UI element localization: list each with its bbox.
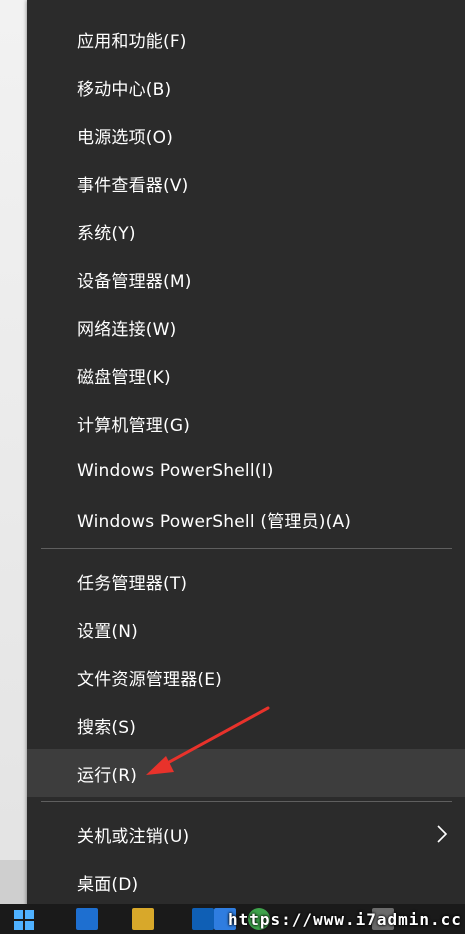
menu-item-label: Windows PowerShell (管理员)(A) (77, 511, 352, 532)
store-icon[interactable] (132, 908, 154, 930)
menu-item-file-explorer[interactable]: 文件资源管理器(E) (27, 653, 465, 701)
menu-item-powershell-admin[interactable]: Windows PowerShell (管理员)(A) (27, 495, 465, 543)
menu-item-run[interactable]: 运行(R) (27, 749, 465, 797)
menu-item-mobility-center[interactable]: 移动中心(B) (27, 63, 465, 111)
menu-item-label: 搜索(S) (77, 717, 137, 738)
menu-item-label: Windows PowerShell(I) (77, 461, 274, 481)
start-icon[interactable] (14, 910, 34, 930)
menu-item-label: 关机或注销(U) (77, 826, 190, 847)
menu-item-desktop[interactable]: 桌面(D) (27, 858, 465, 906)
desktop-background-bottom (0, 860, 27, 904)
menu-item-label: 系统(Y) (77, 223, 136, 244)
menu-item-search[interactable]: 搜索(S) (27, 701, 465, 749)
menu-item-system[interactable]: 系统(Y) (27, 207, 465, 255)
menu-item-settings[interactable]: 设置(N) (27, 605, 465, 653)
menu-item-label: 移动中心(B) (77, 79, 172, 100)
menu-item-event-viewer[interactable]: 事件查看器(V) (27, 159, 465, 207)
menu-item-disk-management[interactable]: 磁盘管理(K) (27, 351, 465, 399)
menu-item-label: 任务管理器(T) (77, 573, 188, 594)
menu-item-powershell[interactable]: Windows PowerShell(I) (27, 447, 465, 495)
menu-item-apps-features[interactable]: 应用和功能(F) (27, 15, 465, 63)
menu-item-computer-management[interactable]: 计算机管理(G) (27, 399, 465, 447)
menu-separator (41, 548, 452, 549)
menu-separator (41, 801, 452, 802)
menu-item-label: 设置(N) (77, 621, 138, 642)
menu-item-label: 桌面(D) (77, 874, 139, 895)
menu-item-label: 文件资源管理器(E) (77, 669, 223, 690)
menu-item-network-connections[interactable]: 网络连接(W) (27, 303, 465, 351)
outlook-icon[interactable] (192, 908, 214, 930)
menu-item-device-manager[interactable]: 设备管理器(M) (27, 255, 465, 303)
desktop-background-left (0, 0, 27, 904)
menu-item-label: 磁盘管理(K) (77, 367, 171, 388)
menu-item-label: 计算机管理(G) (77, 415, 191, 436)
menu-item-label: 设备管理器(M) (77, 271, 192, 292)
menu-item-label: 事件查看器(V) (77, 175, 189, 196)
menu-item-task-manager[interactable]: 任务管理器(T) (27, 557, 465, 605)
menu-item-shutdown-signout[interactable]: 关机或注销(U) (27, 810, 465, 858)
menu-item-label: 运行(R) (77, 765, 138, 786)
watermark-text: https://www.i7admin.cc (228, 910, 462, 929)
menu-item-label: 电源选项(O) (77, 127, 174, 148)
winx-context-menu: 应用和功能(F) 移动中心(B) 电源选项(O) 事件查看器(V) 系统(Y) … (27, 0, 465, 910)
menu-item-label: 应用和功能(F) (77, 31, 187, 52)
menu-item-power-options[interactable]: 电源选项(O) (27, 111, 465, 159)
edge-icon[interactable] (76, 908, 98, 930)
menu-item-label: 网络连接(W) (77, 319, 177, 340)
chevron-right-icon (437, 825, 448, 843)
